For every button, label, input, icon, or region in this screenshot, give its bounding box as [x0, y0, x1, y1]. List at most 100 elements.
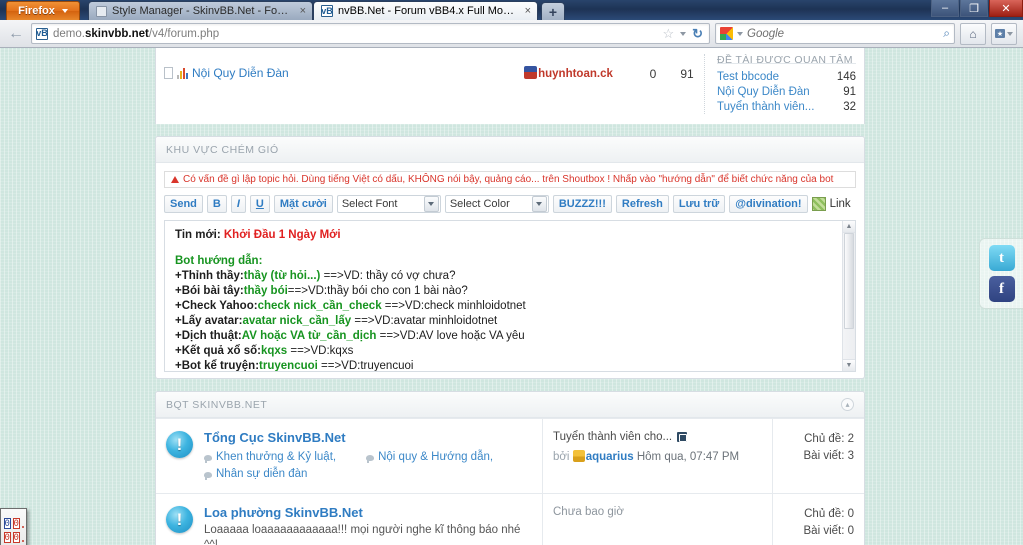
facebook-icon[interactable]: f [988, 276, 1015, 302]
tab-strip: Style Manager - SkinvBB.Net - Forum... ×… [88, 1, 565, 20]
subforum-link[interactable]: Nhân sự diễn đàn [216, 466, 307, 483]
collapse-icon[interactable]: ▴ [841, 398, 854, 411]
shoutbox-message-window[interactable]: Tin mới: Khởi Đầu 1 Ngày Mới Bot hướng d… [164, 220, 856, 372]
warning-icon [171, 176, 179, 183]
reload-icon[interactable]: ↻ [692, 26, 703, 42]
back-icon[interactable]: ← [6, 24, 26, 44]
chevron-down-icon[interactable] [423, 196, 439, 212]
bookmarks-button[interactable]: ★ [991, 22, 1017, 45]
bookmark-star-icon[interactable]: ☆ [662, 26, 674, 42]
home-button[interactable]: ⌂ [960, 22, 986, 45]
goto-last-post-icon[interactable] [677, 432, 688, 442]
last-post-meta: bởi aquarius Hôm qua, 07:47 PM [553, 450, 762, 463]
forum-link[interactable]: Loa phường SkinvBB.Net [204, 505, 363, 520]
last-post-title[interactable]: Tuyển thành viên cho... [553, 431, 762, 443]
close-icon[interactable]: × [525, 5, 531, 17]
buzz-button[interactable]: BUZZZ!!! [552, 195, 612, 213]
list-item[interactable]: Nhân sự diễn đàn [204, 466, 307, 483]
last-poster-name[interactable]: huynhtoan.ck [538, 68, 613, 80]
refresh-button[interactable]: Refresh [615, 195, 669, 213]
divination-button[interactable]: @divination! [729, 195, 808, 213]
scroll-down-icon[interactable]: ▼ [843, 359, 855, 371]
hot-topic-link[interactable]: Test bbcode [717, 71, 779, 83]
search-bar[interactable]: Google ⌕ [715, 23, 955, 44]
chevron-down-icon[interactable] [531, 196, 547, 212]
url-text: demo.skinvbb.net/v4/forum.php [53, 27, 220, 40]
vbulletin-favicon-icon: vB [321, 5, 333, 17]
list-item[interactable]: Test bbcode 146 [717, 69, 856, 84]
search-icon[interactable]: ⌕ [943, 26, 950, 41]
list-item[interactable]: Tuyển thành viên... 32 [717, 99, 856, 114]
hot-topic-link[interactable]: Nội Quy Diễn Đàn [717, 86, 810, 98]
forum-content: Nội Quy Diễn Đàn huynhtoan.ck 0 91 Đề tà… [155, 48, 865, 545]
forum-row-block-top: Nội Quy Diễn Đàn huynhtoan.ck 0 91 Đề tà… [155, 48, 865, 124]
send-button[interactable]: Send [164, 195, 203, 213]
list-item[interactable]: Nội quy & Hướng dẫn, [366, 449, 493, 466]
minimize-button[interactable]: – [931, 0, 959, 17]
color-select[interactable]: Select Color [444, 195, 549, 213]
search-input[interactable]: Google [747, 28, 939, 40]
counter-digit: 0 [12, 531, 20, 543]
new-tab-button[interactable]: + [541, 2, 565, 20]
forum-info-cell: Loa phường SkinvBB.Net Loaaaaa loaaaaaaa… [204, 494, 542, 545]
post-count: 91 [680, 67, 694, 81]
forum-description: Loaaaaa loaaaaaaaaaaaa!!! mọi người nghe… [204, 524, 521, 545]
firefox-menu-label: Firefox [18, 5, 55, 17]
thread-count: Chủ đề: 2 [804, 433, 854, 445]
alert-gear-icon: ! [163, 428, 196, 461]
font-select[interactable]: Select Font [336, 195, 441, 213]
close-window-button[interactable]: ✕ [989, 0, 1023, 17]
bot-guide-line: +Lấy avatar:avatar nick_cần_lấy ==>VD:av… [175, 315, 498, 327]
bold-button[interactable]: B [206, 195, 227, 213]
hot-topic-link[interactable]: Tuyển thành viên... [717, 101, 814, 113]
last-post-link[interactable]: Tuyển thành viên cho... [553, 431, 672, 443]
table-row: ! Tổng Cục SkinvBB.Net Khen thưởng & Kỷ … [156, 418, 864, 493]
tab-nvbb-forum[interactable]: vB nvBB.Net - Forum vBB4.x Full Mod | F.… [313, 1, 538, 20]
link-label[interactable]: Link [830, 198, 851, 210]
counter-dot-icon [21, 525, 24, 528]
bot-guide-line: +Dịch thuật:AV hoặc VA từ_cần_dịch ==>VD… [175, 330, 525, 342]
url-bar[interactable]: vB demo.skinvbb.net/v4/forum.php ☆ ↻ [31, 23, 710, 44]
shoutbox-scrollbar[interactable]: ▲ ▼ [842, 221, 855, 371]
document-icon [164, 67, 173, 79]
counter-row: 0 0 [3, 517, 24, 529]
shoutbox-title: KHU VỰC CHÉM GIÓ [166, 143, 279, 156]
url-bar-icons: ☆ ↻ [662, 26, 705, 42]
news-label: Tin mới: [175, 229, 221, 241]
close-icon[interactable]: × [300, 5, 306, 17]
chevron-down-icon[interactable] [737, 31, 743, 36]
scrollbar-thumb[interactable] [844, 233, 854, 329]
underline-button[interactable]: U [249, 195, 270, 213]
thread-count: 0 [649, 67, 657, 81]
forum-link[interactable]: Tổng Cục SkinvBB.Net [204, 430, 346, 445]
page-viewport: Nội Quy Diễn Đàn huynhtoan.ck 0 91 Đề tà… [0, 48, 1023, 545]
chevron-down-icon[interactable] [680, 31, 687, 36]
subforum-link[interactable]: Khen thưởng & Kỷ luật, [216, 449, 336, 466]
post-count: Bài viết: 0 [803, 525, 855, 537]
smilies-button[interactable]: Mặt cười [273, 195, 333, 213]
twitter-icon[interactable]: t [988, 245, 1015, 271]
shoutbox-body: Có vấn đề gì lập topic hỏi. Dùng tiếng V… [156, 163, 864, 378]
bot-guide-line: +Bot kể truyện:truyencuoi ==>VD:truyencu… [175, 360, 414, 372]
chevron-down-icon [1007, 31, 1013, 36]
forum-link[interactable]: Nội Quy Diễn Đàn [192, 66, 289, 80]
link-icon[interactable] [811, 197, 826, 211]
last-post-user[interactable]: aquarius [586, 451, 634, 463]
blank-favicon-icon [96, 5, 107, 17]
maximize-button[interactable]: ❐ [960, 0, 988, 17]
shoutbox-warning: Có vấn đề gì lập topic hỏi. Dùng tiếng V… [164, 171, 856, 188]
scroll-up-icon[interactable]: ▲ [843, 221, 855, 233]
visitor-counter-widget[interactable]: 0 0 0 0 [0, 508, 27, 545]
subforum-link[interactable]: Nội quy & Hướng dẫn, [378, 449, 493, 466]
italic-button[interactable]: I [230, 195, 246, 213]
tab-style-manager[interactable]: Style Manager - SkinvBB.Net - Forum... × [88, 1, 313, 20]
list-item[interactable]: Nội Quy Diễn Đàn 91 [717, 84, 856, 99]
shoutbox-messages: Tin mới: Khởi Đầu 1 Ngày Mới Bot hướng d… [165, 221, 855, 372]
firefox-menu-button[interactable]: Firefox [6, 1, 80, 20]
archive-button[interactable]: Lưu trữ [672, 195, 726, 213]
hot-topic-count: 32 [843, 100, 856, 113]
hot-topics-header: Đề tài được quan tâm [717, 54, 856, 64]
bot-guide-line: +Thỉnh thầy:thầy (từ hỏi...) ==>VD: thầy… [175, 270, 456, 282]
bot-guide-header: Bot hướng dẫn: [175, 255, 263, 267]
list-item[interactable]: Khen thưởng & Kỷ luật, [204, 449, 336, 466]
